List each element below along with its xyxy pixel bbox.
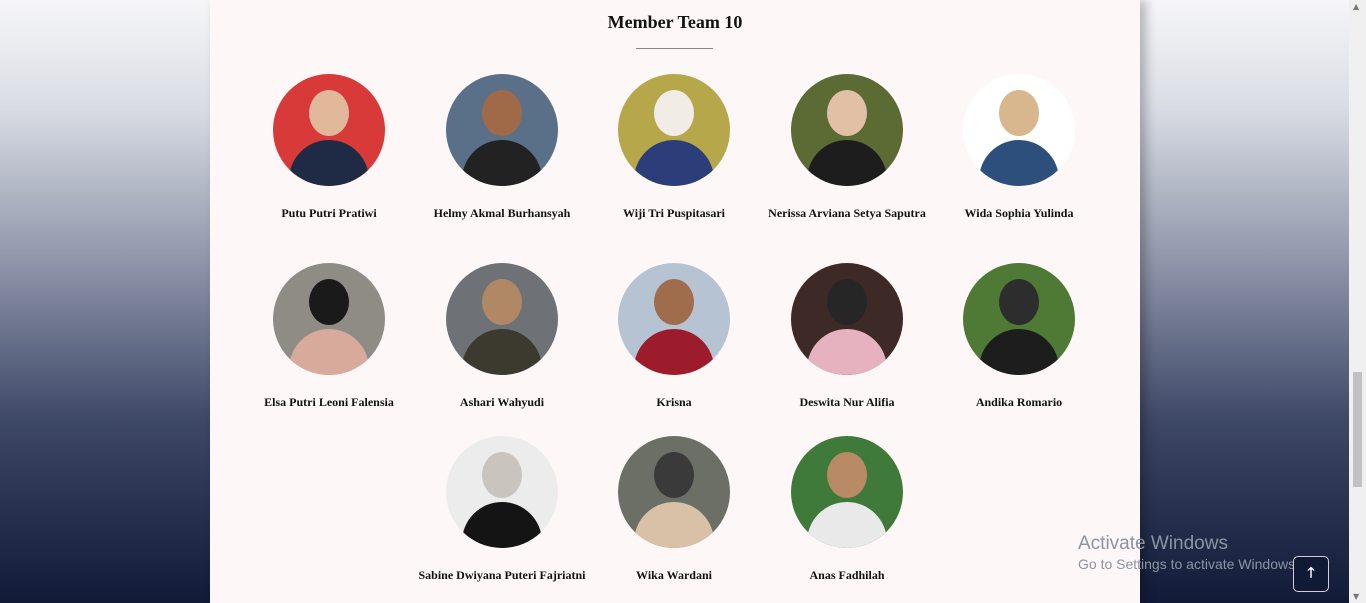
- scrollbar-thumb[interactable]: [1353, 372, 1362, 487]
- arrow-up-icon: 🡑: [1307, 565, 1315, 581]
- member-name: Sabine Dwiyana Puteri Fajriatni: [418, 568, 586, 582]
- watermark-title: Activate Windows: [1078, 533, 1228, 554]
- member-card: Deswita Nur Alifia: [762, 263, 932, 410]
- member-card: Andika Romario: [934, 263, 1104, 410]
- member-name: Elsa Putri Leoni Falensia: [264, 395, 394, 409]
- avatar: [273, 263, 385, 375]
- member-card: Sabine Dwiyana Puteri Fajriatni: [417, 436, 587, 583]
- member-name: Ashari Wahyudi: [459, 395, 545, 409]
- member-card: Krisna: [589, 263, 759, 410]
- member-card: Ashari Wahyudi: [417, 263, 587, 410]
- back-to-top-button[interactable]: 🡑: [1293, 556, 1329, 592]
- avatar: [618, 263, 730, 375]
- member-name: Andika Romario: [975, 395, 1063, 409]
- avatar: [963, 263, 1075, 375]
- scroll-down-icon[interactable]: ▼: [1353, 592, 1359, 601]
- member-card: Helmy Akmal Burhansyah: [417, 74, 587, 221]
- watermark-subtitle: Go to Settings to activate Windows.: [1078, 556, 1299, 572]
- member-name: Wida Sophia Yulinda: [964, 206, 1074, 220]
- scroll-up-icon[interactable]: ▲: [1353, 2, 1359, 11]
- avatar: [273, 74, 385, 186]
- member-name: Nerissa Arviana Setya Saputra: [768, 206, 926, 220]
- member-name: Wiji Tri Puspitasari: [622, 206, 725, 220]
- member-name: Deswita Nur Alifia: [799, 395, 895, 409]
- member-card: Anas Fadhilah: [762, 436, 932, 583]
- section-title: Member Team 10: [607, 12, 743, 32]
- member-card: Elsa Putri Leoni Falensia: [244, 263, 414, 410]
- member-card: Nerissa Arviana Setya Saputra: [762, 74, 932, 221]
- avatar: [446, 436, 558, 548]
- avatar: [618, 74, 730, 186]
- member-name: Putu Putri Pratiwi: [281, 206, 377, 220]
- windows-activation-watermark: Activate Windows Go to Settings to activ…: [1078, 533, 1299, 572]
- member-card: Wiji Tri Puspitasari: [589, 74, 759, 221]
- page-scrollbar[interactable]: ▲ ▼: [1349, 0, 1366, 603]
- member-card: Wika Wardani: [589, 436, 759, 583]
- avatar: [618, 436, 730, 548]
- member-card: Putu Putri Pratiwi: [244, 74, 414, 221]
- avatar: [446, 263, 558, 375]
- avatar: [791, 263, 903, 375]
- title-divider: [636, 48, 713, 49]
- member-name: Wika Wardani: [636, 568, 712, 582]
- avatar: [791, 436, 903, 548]
- member-card: Wida Sophia Yulinda: [934, 74, 1104, 221]
- member-name: Krisna: [656, 395, 692, 409]
- team-section: Member Team 10 Putu Putri Pratiwi Helmy …: [210, 0, 1140, 603]
- avatar: [446, 74, 558, 186]
- member-name: Helmy Akmal Burhansyah: [433, 206, 571, 220]
- member-name: Anas Fadhilah: [809, 568, 885, 582]
- avatar: [963, 74, 1075, 186]
- avatar: [791, 74, 903, 186]
